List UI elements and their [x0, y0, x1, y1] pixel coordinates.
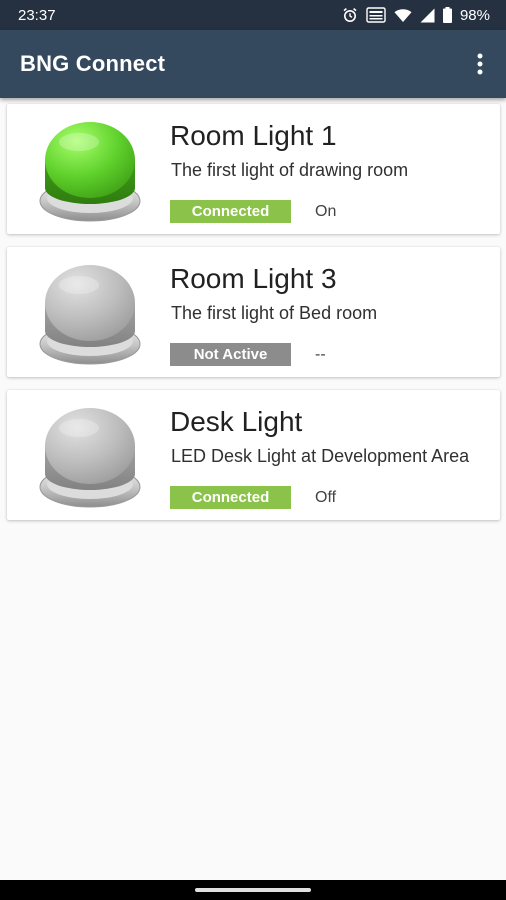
- status-badge: Connected: [170, 200, 291, 223]
- device-description: The first light of Bed room: [171, 303, 378, 323]
- status-badge: Connected: [170, 486, 291, 509]
- app-bar: BNG Connect: [0, 30, 506, 98]
- status-icons: 98%: [342, 7, 490, 24]
- wifi-icon: [394, 8, 412, 23]
- battery-percent: 98%: [459, 6, 490, 24]
- alarm-icon: [342, 7, 358, 23]
- status-time: 23:37: [18, 6, 56, 24]
- navigation-bar: [0, 880, 506, 900]
- device-state: Off: [315, 489, 337, 506]
- light-button-off-icon[interactable]: [37, 404, 143, 510]
- device-list: Room Light 1 The first light of drawing …: [7, 104, 500, 533]
- overflow-menu-button[interactable]: [468, 44, 492, 84]
- device-title: Room Light 3: [170, 263, 337, 294]
- device-description: The first light of drawing room: [171, 160, 409, 180]
- more-vert-icon: [477, 53, 483, 75]
- volte-icon: [366, 7, 386, 23]
- light-button-off-icon[interactable]: [37, 261, 143, 367]
- light-button-on-icon[interactable]: [37, 118, 143, 224]
- status-badge: Not Active: [170, 343, 291, 366]
- device-state: --: [315, 346, 326, 363]
- device-card-desk-light[interactable]: Desk Light LED Desk Light at Development…: [7, 390, 500, 520]
- device-title: Desk Light: [170, 406, 303, 437]
- device-description: LED Desk Light at Development Area: [171, 446, 470, 466]
- device-card-room-light-3[interactable]: Room Light 3 The first light of Bed room…: [7, 247, 500, 377]
- device-card-room-light-1[interactable]: Room Light 1 The first light of drawing …: [7, 104, 500, 234]
- device-state: On: [315, 203, 337, 220]
- device-title: Room Light 1: [170, 120, 337, 151]
- signal-icon: [420, 8, 435, 23]
- status-bar: 23:37 98%: [0, 0, 506, 30]
- home-gesture-handle[interactable]: [195, 888, 311, 892]
- app-title: BNG Connect: [20, 51, 166, 76]
- battery-icon: [442, 7, 452, 23]
